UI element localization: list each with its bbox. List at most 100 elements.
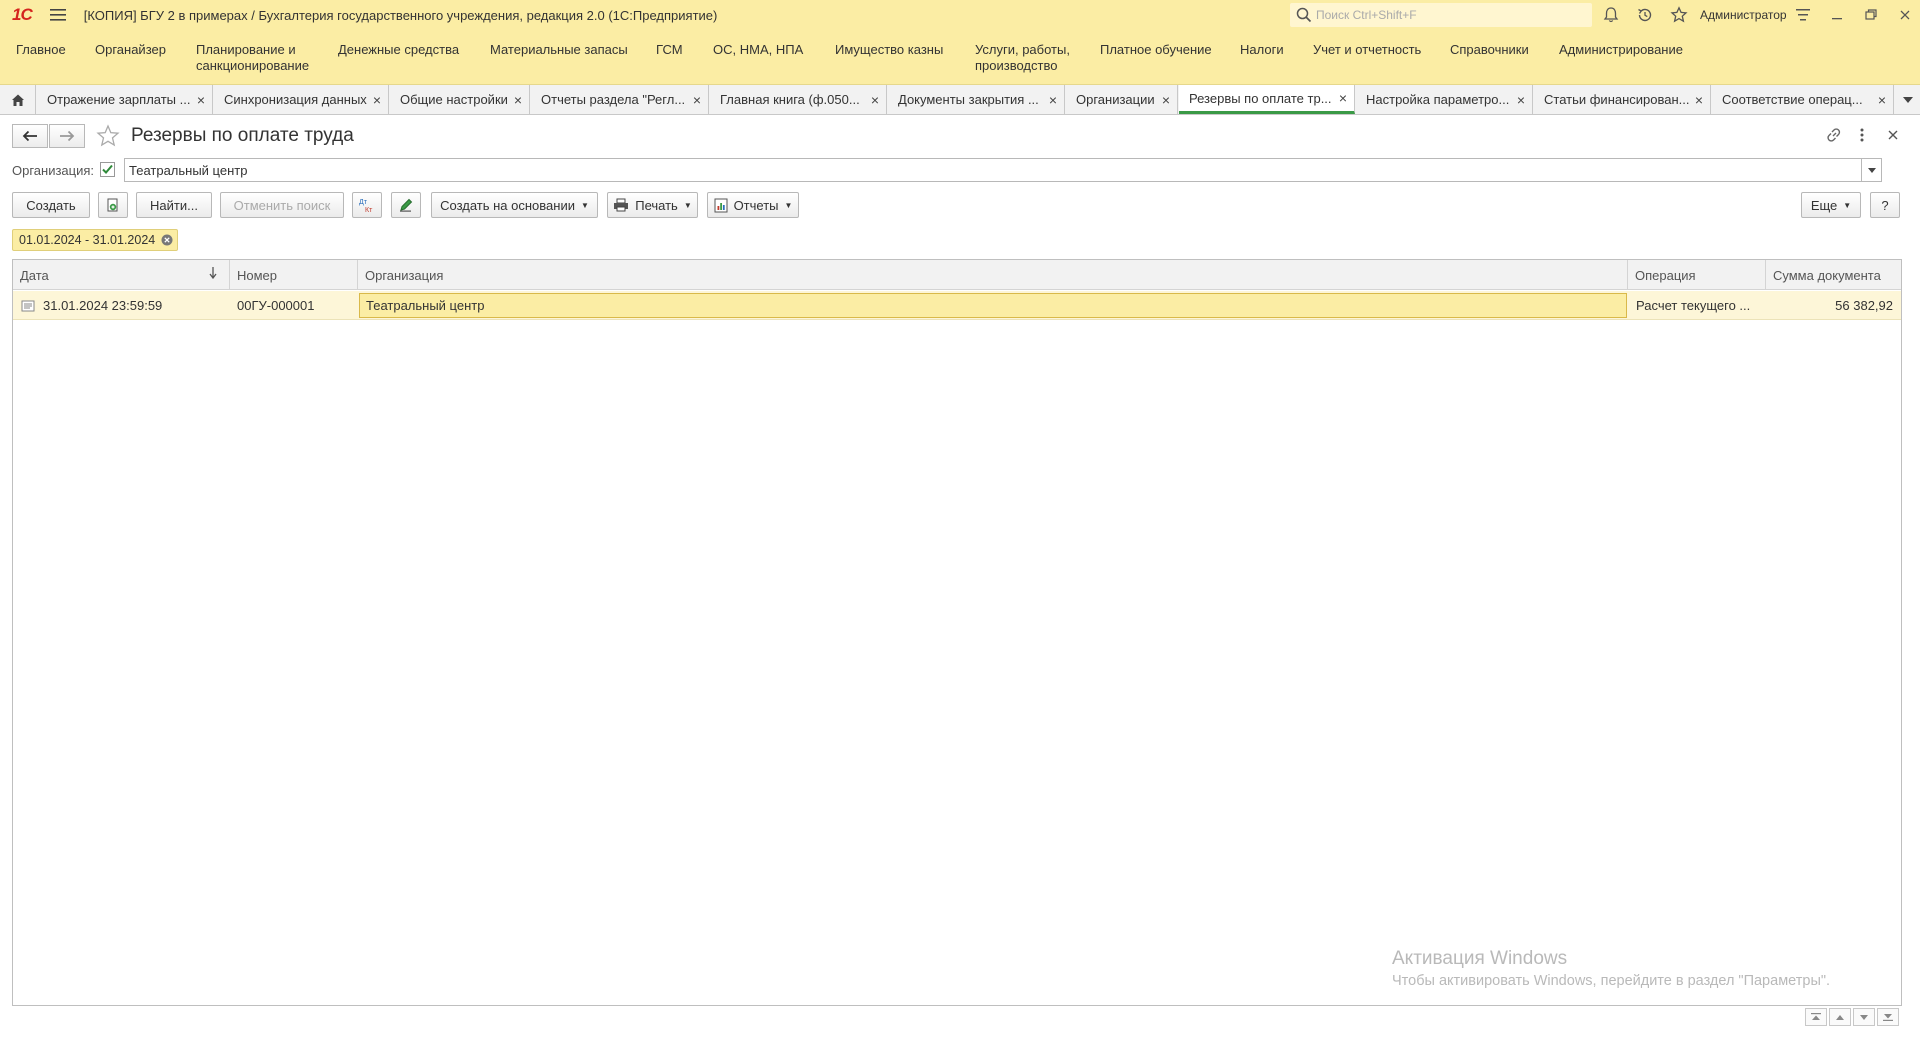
cell-organization[interactable]: Театральный центр (359, 293, 1627, 318)
column-header-operation[interactable]: Операция (1628, 260, 1766, 290)
column-header-organization[interactable]: Организация (358, 260, 1628, 290)
windows-activation-title: Активация Windows (1392, 948, 1568, 969)
tab-financing-items[interactable]: Статьи финансирован... × (1534, 85, 1711, 114)
cancel-search-label: Отменить поиск (233, 197, 331, 213)
reports-button[interactable]: Отчеты ▼ (707, 192, 799, 218)
app-logo[interactable]: 1С (12, 5, 33, 25)
tab-closing-docs[interactable]: Документы закрытия ... × (888, 85, 1065, 114)
copy-button[interactable] (98, 192, 128, 218)
menu-treasury-property[interactable]: Имущество казны (835, 42, 943, 58)
tab-label: Настройка параметро... (1366, 92, 1510, 107)
edit-document-button[interactable] (391, 192, 421, 218)
tab-close-icon[interactable]: × (1157, 92, 1175, 108)
find-button[interactable]: Найти... (136, 192, 212, 218)
main-menu-icon[interactable] (49, 8, 68, 22)
sections-menu: Главное Органайзер Планирование и санкци… (0, 30, 1920, 85)
global-search-input[interactable]: Поиск Ctrl+Shift+F (1290, 3, 1592, 27)
create-label: Создать (26, 197, 76, 213)
scroll-to-top-button[interactable] (1805, 1008, 1827, 1026)
help-button[interactable]: ? (1870, 192, 1900, 218)
tab-parameter-settings[interactable]: Настройка параметро... × (1356, 85, 1533, 114)
scroll-to-bottom-button[interactable] (1877, 1008, 1899, 1026)
tab-close-icon[interactable]: × (192, 92, 210, 108)
tab-label: Синхронизация данных (224, 92, 367, 107)
menu-paid-education[interactable]: Платное обучение (1100, 42, 1212, 58)
organization-filter-checkbox[interactable] (100, 162, 115, 177)
close-window-icon[interactable] (1896, 6, 1914, 24)
tab-reg-reports[interactable]: Отчеты раздела "Регл... × (531, 85, 709, 114)
tab-label: Организации (1076, 92, 1155, 107)
settings-menu-icon[interactable] (1794, 6, 1812, 24)
menu-organizer[interactable]: Органайзер (95, 42, 166, 58)
history-icon[interactable] (1636, 6, 1654, 24)
column-header-number[interactable]: Номер (230, 260, 358, 290)
back-button[interactable] (12, 124, 48, 148)
menu-fixed-assets[interactable]: ОС, НМА, НПА (713, 42, 803, 58)
scroll-down-button[interactable] (1853, 1008, 1875, 1026)
documents-table: Дата Номер Организация Операция Сумма до… (12, 259, 1902, 1006)
tab-label: Документы закрытия ... (898, 92, 1039, 107)
menu-main[interactable]: Главное (16, 42, 66, 58)
organization-field[interactable]: Театральный центр (124, 158, 1882, 182)
tab-data-sync[interactable]: Синхронизация данных × (214, 85, 389, 114)
tab-labor-reserves[interactable]: Резервы по оплате тр... × (1179, 85, 1355, 114)
create-based-on-button[interactable]: Создать на основании ▼ (431, 192, 598, 218)
cell-operation[interactable]: Расчет текущего ... (1628, 291, 1766, 320)
period-filter-chip[interactable]: 01.01.2024 - 31.01.2024 (12, 229, 179, 251)
forward-button[interactable] (49, 124, 85, 148)
clear-filter-icon[interactable] (161, 234, 173, 246)
dropdown-caret-icon: ▼ (784, 200, 793, 210)
cell-number[interactable]: 00ГУ-000001 (230, 291, 358, 320)
menu-catalogs[interactable]: Справочники (1450, 42, 1529, 58)
favorites-star-icon[interactable] (1670, 6, 1688, 24)
cell-amount[interactable]: 56 382,92 (1766, 291, 1901, 320)
menu-services[interactable]: Услуги, работы, производство (975, 42, 1070, 74)
menu-inventory[interactable]: Материальные запасы (490, 42, 628, 58)
menu-accounting-reports[interactable]: Учет и отчетность (1313, 42, 1421, 58)
cell-date[interactable]: 31.01.2024 23:59:59 (13, 291, 230, 320)
add-to-favorites-star-icon[interactable] (96, 124, 120, 148)
minimize-icon[interactable] (1828, 6, 1846, 24)
tab-close-icon[interactable]: × (1334, 90, 1352, 106)
tab-general-ledger[interactable]: Главная книга (ф.050... × (710, 85, 887, 114)
column-header-label: Дата (20, 267, 49, 283)
create-button[interactable]: Создать (12, 192, 90, 218)
home-tab[interactable] (0, 85, 36, 114)
more-actions-button[interactable]: Еще ▼ (1801, 192, 1861, 218)
tab-close-icon[interactable]: × (1690, 92, 1708, 108)
current-user[interactable]: Администратор (1700, 8, 1787, 22)
notifications-bell-icon[interactable] (1602, 6, 1620, 24)
tab-close-icon[interactable]: × (1873, 92, 1891, 108)
menu-administration[interactable]: Администрирование (1559, 42, 1683, 58)
restore-icon[interactable] (1862, 6, 1880, 24)
tab-operations-mapping[interactable]: Соответствие операц... × (1712, 85, 1894, 114)
menu-taxes[interactable]: Налоги (1240, 42, 1284, 58)
dt-kt-postings-button[interactable]: Дт Кт (352, 192, 382, 218)
tab-close-icon[interactable]: × (1044, 92, 1062, 108)
table-header: Дата Номер Организация Операция Сумма до… (13, 260, 1901, 290)
tab-close-icon[interactable]: × (688, 92, 706, 108)
tabs-overflow-button[interactable] (1896, 85, 1920, 114)
print-button[interactable]: Печать ▼ (607, 192, 698, 218)
cancel-search-button[interactable]: Отменить поиск (220, 192, 344, 218)
menu-cash[interactable]: Денежные средства (338, 42, 459, 58)
tab-close-icon[interactable]: × (509, 92, 527, 108)
menu-planning[interactable]: Планирование и санкционирование (196, 42, 309, 74)
column-header-amount[interactable]: Сумма документа (1766, 260, 1901, 290)
tab-organizations[interactable]: Организации × (1066, 85, 1178, 114)
organization-dropdown-button[interactable] (1861, 159, 1881, 181)
scroll-up-button[interactable] (1829, 1008, 1851, 1026)
tab-close-icon[interactable]: × (1512, 92, 1530, 108)
link-icon[interactable] (1825, 126, 1843, 144)
column-header-label: Сумма документа (1773, 267, 1881, 283)
menu-fuel[interactable]: ГСМ (656, 42, 683, 58)
tab-close-icon[interactable]: × (866, 92, 884, 108)
column-header-date[interactable]: Дата (13, 260, 230, 290)
table-row[interactable]: 31.01.2024 23:59:59 00ГУ-000001 Театраль… (13, 291, 1901, 320)
tab-close-icon[interactable]: × (368, 92, 386, 108)
tab-salary-posting[interactable]: Отражение зарплаты ... × (37, 85, 213, 114)
close-form-icon[interactable] (1885, 126, 1901, 144)
tab-general-settings[interactable]: Общие настройки × (390, 85, 530, 114)
more-label: Еще (1810, 197, 1838, 213)
more-vertical-icon[interactable] (1855, 126, 1869, 144)
